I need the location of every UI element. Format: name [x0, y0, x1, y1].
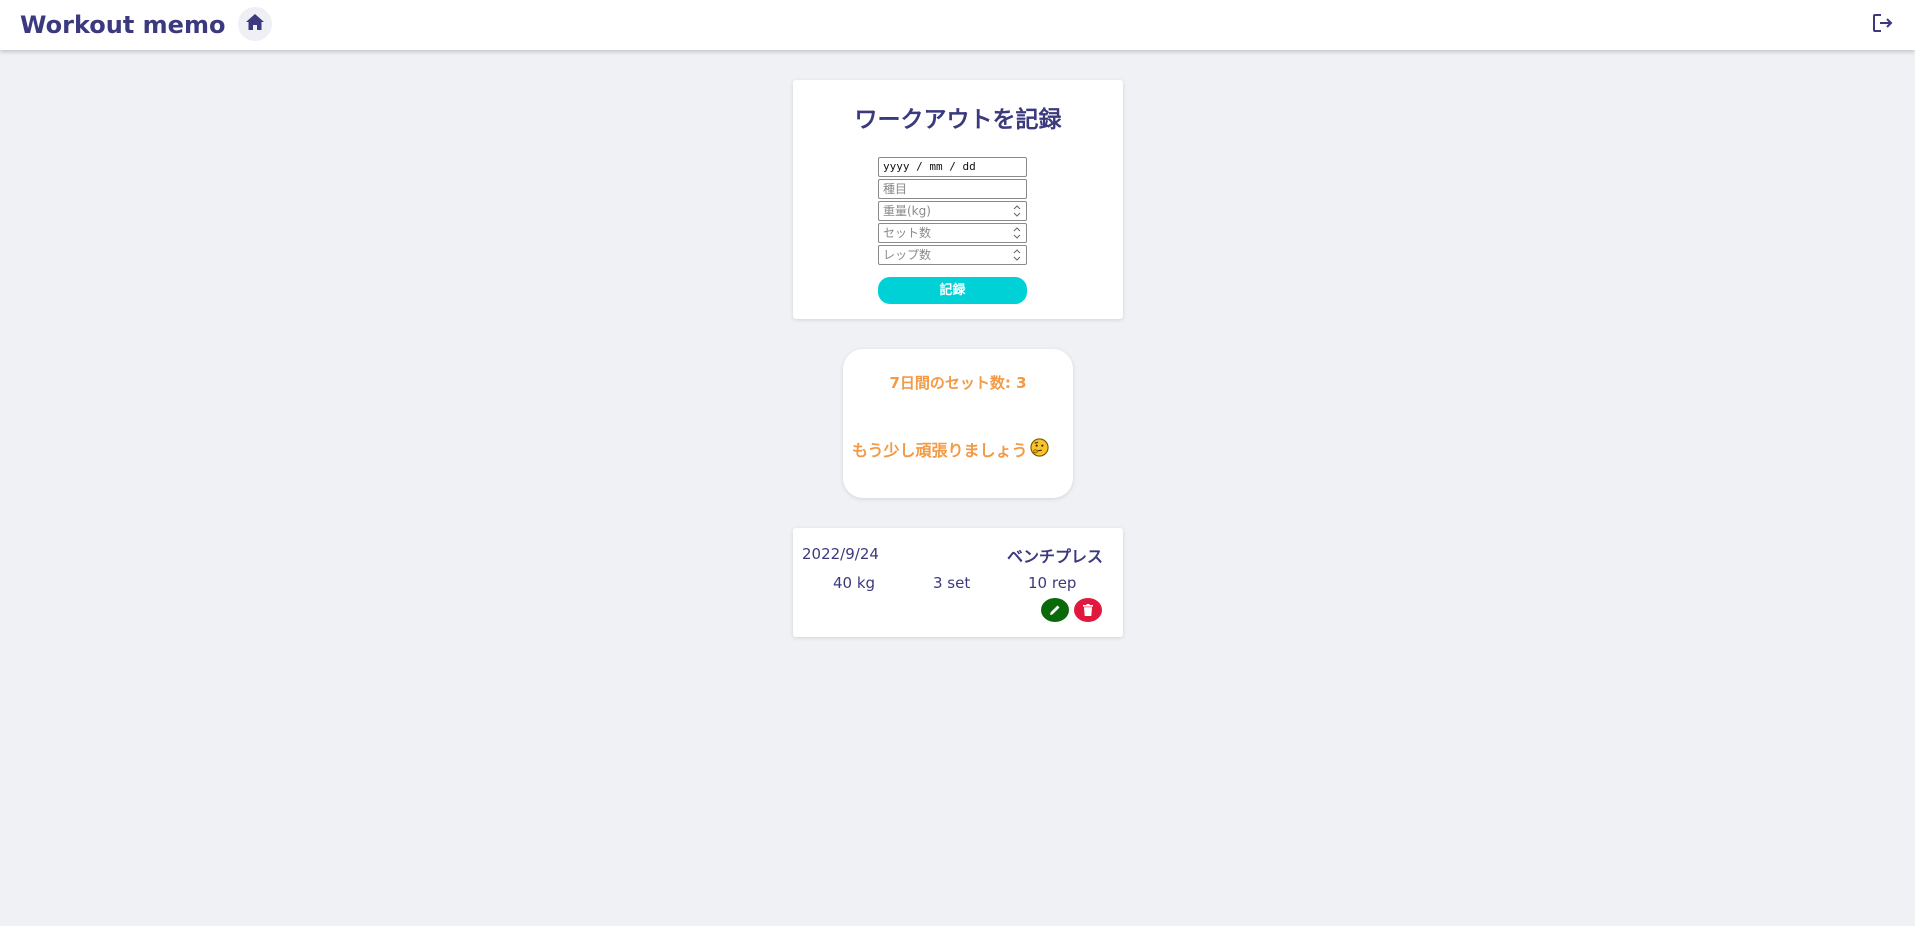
- thinking-face-icon: [1029, 437, 1049, 461]
- date-field[interactable]: yyyy / mm / dd: [878, 157, 1027, 177]
- trash-icon: [1083, 601, 1093, 620]
- sets-placeholder: セット数: [883, 226, 932, 240]
- home-button[interactable]: [238, 7, 272, 41]
- workout-form-card: ワークアウトを記録 yyyy / mm / dd 種目 重量(kg) セット数 …: [793, 80, 1123, 319]
- home-icon: [246, 14, 264, 34]
- sets-input[interactable]: セット数: [878, 223, 1027, 243]
- edit-record-button[interactable]: [1041, 598, 1069, 622]
- sets-stepper-icon[interactable]: [1011, 225, 1023, 241]
- weight-input[interactable]: 重量(kg): [878, 201, 1027, 221]
- workout-record-card: 2022/9/24 ベンチプレス 40 kg 3 set 10 rep: [793, 528, 1123, 637]
- reps-placeholder: レップ数: [883, 248, 932, 262]
- reps-stepper-icon[interactable]: [1011, 247, 1023, 263]
- weight-placeholder: 重量(kg): [883, 204, 931, 218]
- weekly-set-count: 7日間のセット数: 3: [889, 374, 1027, 392]
- exercise-input[interactable]: 種目: [878, 179, 1027, 199]
- app-title: Workout memo: [20, 11, 226, 39]
- app-header: Workout memo: [0, 0, 1915, 50]
- submit-button[interactable]: 記録: [878, 277, 1027, 304]
- logout-icon: [1872, 13, 1894, 37]
- encouragement-text: もう少し頑張りましょう: [852, 441, 1028, 460]
- record-sets: 3 set: [933, 574, 971, 592]
- weight-stepper-icon[interactable]: [1011, 203, 1023, 219]
- exercise-placeholder: 種目: [883, 182, 908, 196]
- weekly-summary-card: 7日間のセット数: 3 もう少し頑張りましょう: [843, 349, 1073, 498]
- form-title: ワークアウトを記録: [854, 107, 1062, 133]
- record-weight: 40 kg: [833, 574, 876, 592]
- pencil-icon: [1049, 601, 1061, 620]
- date-value: yyyy / mm / dd: [883, 160, 976, 173]
- encouragement-message: もう少し頑張りましょう: [852, 437, 1049, 461]
- logout-button[interactable]: [1870, 12, 1896, 38]
- record-reps: 10 rep: [1028, 574, 1077, 592]
- record-exercise: ベンチプレス: [1006, 547, 1103, 566]
- reps-input[interactable]: レップ数: [878, 245, 1027, 265]
- delete-record-button[interactable]: [1074, 598, 1102, 622]
- record-date: 2022/9/24: [802, 545, 879, 563]
